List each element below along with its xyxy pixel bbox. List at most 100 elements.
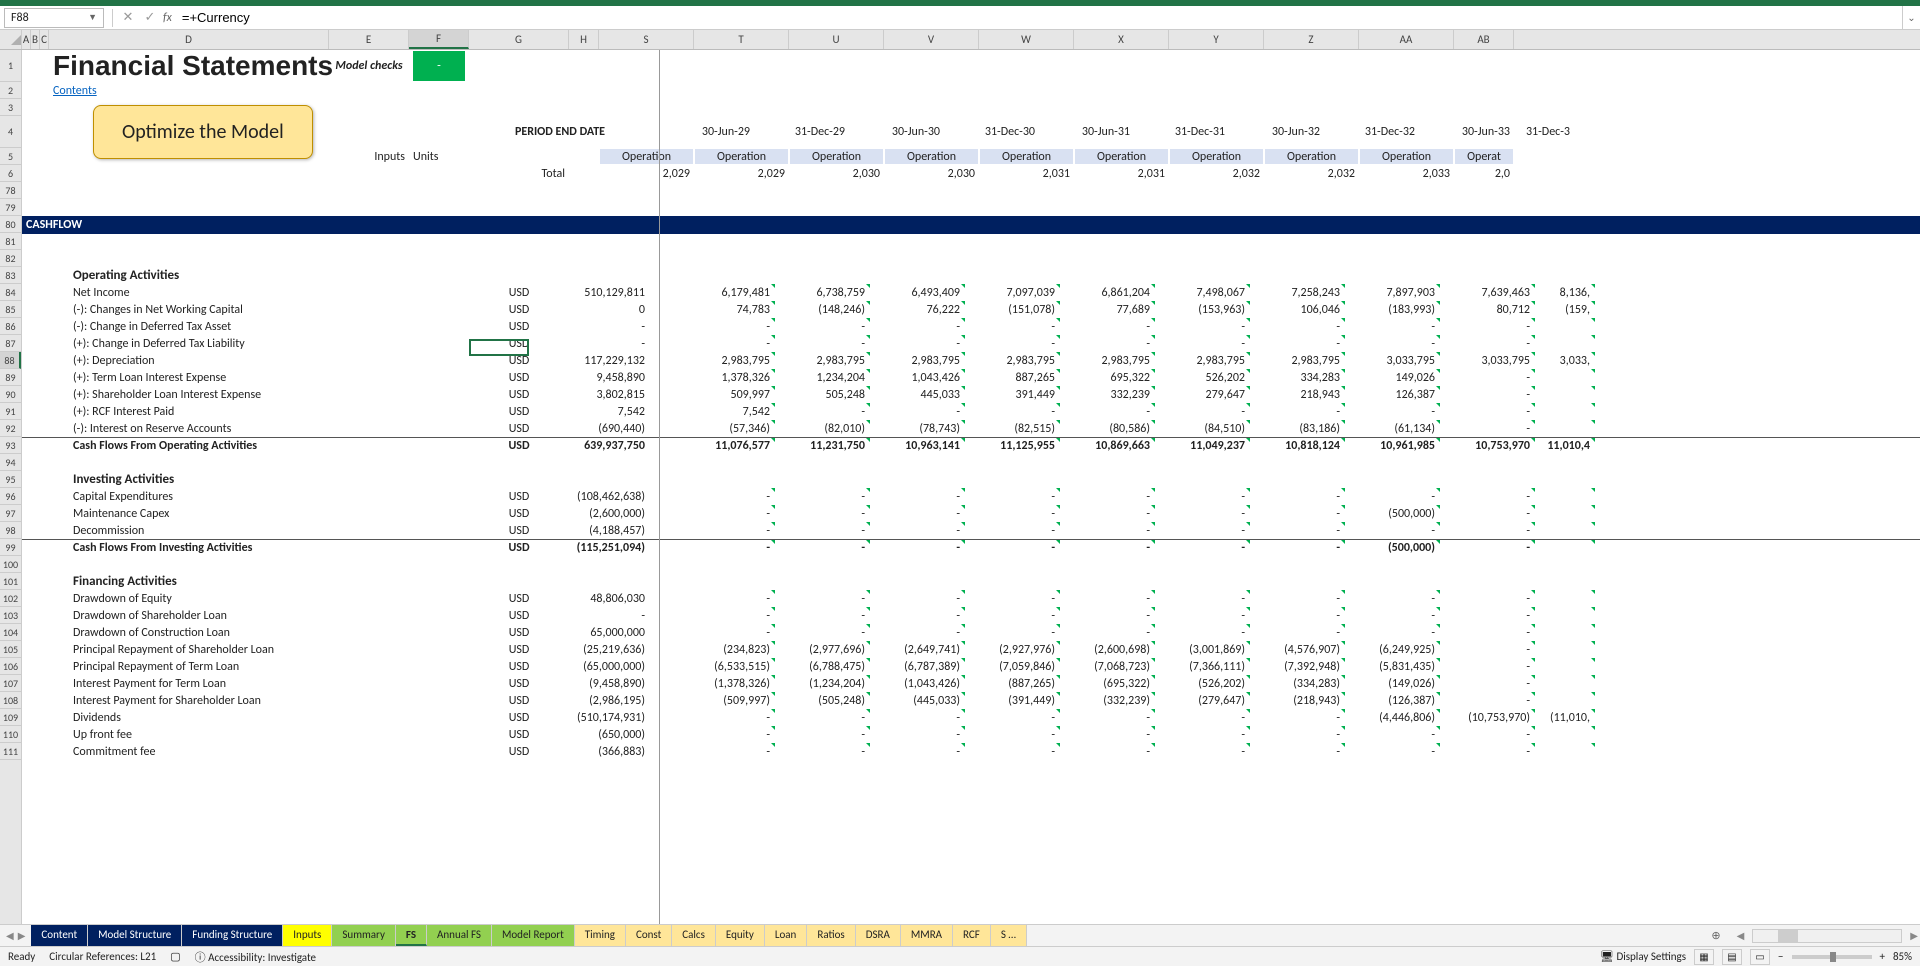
column-header-X[interactable]: X <box>1074 30 1169 49</box>
fx-icon[interactable]: fx <box>163 11 172 25</box>
row-header-1[interactable]: 1 <box>0 50 21 82</box>
column-header-S[interactable]: S <box>599 30 694 49</box>
worksheet-grid[interactable]: Financial StatementsModel checks-Content… <box>22 50 1920 924</box>
column-header-G[interactable]: G <box>469 30 569 49</box>
column-header-T[interactable]: T <box>694 30 789 49</box>
row-header-84[interactable]: 84 <box>0 284 21 301</box>
row-header-106[interactable]: 106 <box>0 658 21 675</box>
row-header-86[interactable]: 86 <box>0 318 21 335</box>
row-header-82[interactable]: 82 <box>0 250 21 267</box>
sheet-tab-inputs[interactable]: Inputs <box>283 925 332 946</box>
row-header-104[interactable]: 104 <box>0 624 21 641</box>
sheet-tab-annual-fs[interactable]: Annual FS <box>427 925 492 946</box>
sheet-tab-model-structure[interactable]: Model Structure <box>88 925 182 946</box>
row-header-85[interactable]: 85 <box>0 301 21 318</box>
row-header-92[interactable]: 92 <box>0 420 21 437</box>
column-header-AB[interactable]: AB <box>1454 30 1514 49</box>
cancel-icon[interactable]: ✕ <box>117 10 139 25</box>
column-header-C[interactable]: C <box>40 30 49 49</box>
sheet-tab-calcs[interactable]: Calcs <box>672 925 716 946</box>
column-header-D[interactable]: D <box>49 30 329 49</box>
sheet-tab-funding-structure[interactable]: Funding Structure <box>182 925 283 946</box>
zoom-slider[interactable] <box>1792 955 1872 959</box>
sheet-tab-summary[interactable]: Summary <box>332 925 396 946</box>
column-header-W[interactable]: W <box>979 30 1074 49</box>
zoom-in-icon[interactable]: + <box>1880 950 1885 963</box>
zoom-thumb[interactable] <box>1830 952 1836 962</box>
sheet-tab-loan[interactable]: Loan <box>765 925 807 946</box>
tab-scroll-left-icon[interactable]: ◀ <box>1735 929 1747 942</box>
row-header-111[interactable]: 111 <box>0 743 21 760</box>
row-header-87[interactable]: 87 <box>0 335 21 352</box>
row-header-83[interactable]: 83 <box>0 267 21 284</box>
row-header-81[interactable]: 81 <box>0 233 21 250</box>
row-header-96[interactable]: 96 <box>0 488 21 505</box>
column-header-F[interactable]: F <box>409 30 469 49</box>
formula-input[interactable] <box>178 8 1902 28</box>
sheet-tab-dsra[interactable]: DSRA <box>856 925 901 946</box>
row-header-110[interactable]: 110 <box>0 726 21 743</box>
sheet-tab-ratios[interactable]: Ratios <box>807 925 855 946</box>
row-header-108[interactable]: 108 <box>0 692 21 709</box>
select-all-corner[interactable] <box>0 30 22 49</box>
row-header-101[interactable]: 101 <box>0 573 21 590</box>
row-header-99[interactable]: 99 <box>0 539 21 556</box>
macro-record-icon[interactable]: ▢ <box>170 950 180 963</box>
tab-next-icon[interactable]: ▶ <box>18 929 26 942</box>
column-header-Y[interactable]: Y <box>1169 30 1264 49</box>
row-header-103[interactable]: 103 <box>0 607 21 624</box>
row-header-105[interactable]: 105 <box>0 641 21 658</box>
row-header-88[interactable]: 88 <box>0 352 21 369</box>
row-header-3[interactable]: 3 <box>0 99 21 116</box>
sheet-tab-s-[interactable]: S … <box>991 925 1027 946</box>
view-normal-icon[interactable]: ▦ <box>1694 949 1714 965</box>
display-settings[interactable]: 🖥 Display Settings <box>1600 950 1686 963</box>
row-header-91[interactable]: 91 <box>0 403 21 420</box>
tab-scroll-right-icon[interactable]: ▶ <box>1908 929 1920 942</box>
row-header-4[interactable]: 4 <box>0 116 21 148</box>
column-header-A[interactable]: A <box>22 30 31 49</box>
sheet-tab-timing[interactable]: Timing <box>575 925 626 946</box>
row-header-90[interactable]: 90 <box>0 386 21 403</box>
row-header-79[interactable]: 79 <box>0 199 21 216</box>
column-header-H[interactable]: H <box>569 30 599 49</box>
zoom-level[interactable]: 85% <box>1893 950 1912 963</box>
row-header-6[interactable]: 6 <box>0 165 21 182</box>
sheet-tab-rcf[interactable]: RCF <box>953 925 991 946</box>
contents-link[interactable]: Contents <box>53 84 97 98</box>
row-header-107[interactable]: 107 <box>0 675 21 692</box>
add-sheet-icon[interactable]: ⊕ <box>1703 926 1728 945</box>
row-header-94[interactable]: 94 <box>0 454 21 471</box>
column-header-V[interactable]: V <box>884 30 979 49</box>
row-header-98[interactable]: 98 <box>0 522 21 539</box>
row-header-80[interactable]: 80 <box>0 216 21 233</box>
horizontal-scrollbar[interactable] <box>1752 929 1902 943</box>
expand-formula-icon[interactable]: ⌄ <box>1902 6 1920 29</box>
row-header-2[interactable]: 2 <box>0 82 21 99</box>
sheet-tab-content[interactable]: Content <box>31 925 88 946</box>
tab-prev-icon[interactable]: ◀ <box>6 929 14 942</box>
row-header-89[interactable]: 89 <box>0 369 21 386</box>
scrollbar-thumb[interactable] <box>1778 930 1798 942</box>
accessibility-status[interactable]: ⓘ Accessibility: Investigate <box>195 949 316 965</box>
column-header-B[interactable]: B <box>31 30 40 49</box>
row-header-95[interactable]: 95 <box>0 471 21 488</box>
row-header-93[interactable]: 93 <box>0 437 21 454</box>
confirm-icon[interactable]: ✓ <box>139 10 161 25</box>
name-box[interactable]: F88 ▼ <box>4 8 104 28</box>
row-header-109[interactable]: 109 <box>0 709 21 726</box>
sheet-tab-fs[interactable]: FS <box>396 925 427 946</box>
row-header-5[interactable]: 5 <box>0 148 21 165</box>
sheet-tab-mmra[interactable]: MMRA <box>901 925 953 946</box>
view-page-layout-icon[interactable]: ▤ <box>1722 949 1742 965</box>
column-header-AA[interactable]: AA <box>1359 30 1454 49</box>
row-header-78[interactable]: 78 <box>0 182 21 199</box>
view-page-break-icon[interactable]: ▭ <box>1750 949 1770 965</box>
chevron-down-icon[interactable]: ▼ <box>88 12 97 23</box>
column-header-Z[interactable]: Z <box>1264 30 1359 49</box>
status-circular-ref[interactable]: Circular References: L21 <box>49 950 156 963</box>
sheet-tab-model-report[interactable]: Model Report <box>492 925 575 946</box>
sheet-tab-equity[interactable]: Equity <box>716 925 765 946</box>
row-header-102[interactable]: 102 <box>0 590 21 607</box>
row-header-100[interactable]: 100 <box>0 556 21 573</box>
